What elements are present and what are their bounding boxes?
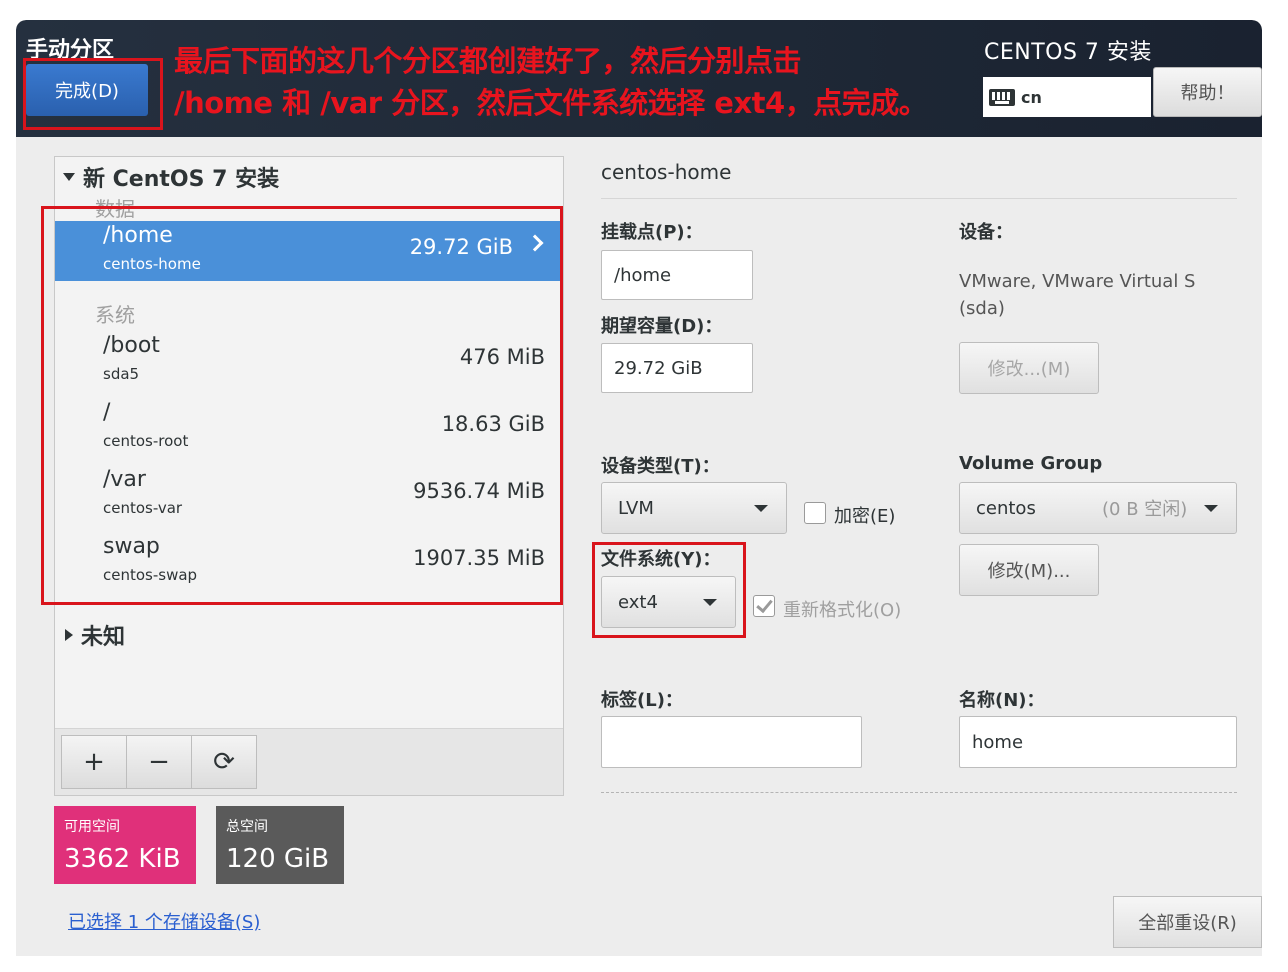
unknown-section-header[interactable]: 未知 (65, 619, 125, 651)
available-space-label: 可用空间 (64, 819, 120, 835)
reformat-label: 重新格式化(O) (783, 600, 902, 621)
device-type-label: 设备类型(T)： (601, 456, 720, 477)
encrypt-checkbox[interactable] (804, 502, 826, 524)
partition-detail-title: centos-home (601, 160, 732, 184)
keyboard-icon (989, 88, 1015, 106)
name-input[interactable]: home (959, 716, 1237, 768)
minus-icon: − (148, 747, 170, 777)
help-button[interactable]: 帮助！ (1153, 67, 1262, 117)
device-type-value: LVM (618, 497, 654, 519)
product-title: CENTOS 7 安装 (984, 40, 1152, 65)
install-section-title: 新 CentOS 7 安装 (83, 167, 280, 192)
modify-device-button[interactable]: 修改...(M) (959, 342, 1099, 394)
volume-group-label: Volume Group (959, 453, 1103, 474)
device-type-select[interactable]: LVM (601, 482, 787, 534)
total-space-box: 总空间 120 GiB (216, 806, 344, 884)
refresh-icon: ⟳ (213, 747, 235, 777)
storage-devices-link[interactable]: 已选择 1 个存储设备(S) (68, 908, 260, 934)
volume-group-value: centos (976, 497, 1036, 519)
tag-input[interactable] (601, 716, 862, 768)
annotation-line-2: /home 和 /var 分区，然后文件系统选择 ext4，点完成。 (174, 86, 928, 120)
encrypt-label: 加密(E) (834, 506, 896, 527)
partition-list-panel: 新 CentOS 7 安装 数据 /home centos-home 29.72… (41, 156, 564, 796)
partition-toolbar: + − ⟳ (55, 728, 563, 795)
modify-volume-group-button[interactable]: 修改(M)... (959, 544, 1099, 596)
volume-group-select[interactable]: centos (0 B 空闲) (959, 482, 1237, 534)
install-section-header[interactable]: 新 CentOS 7 安装 (63, 161, 279, 193)
reformat-checkbox[interactable] (753, 595, 775, 617)
device-value: VMware, VMware Virtual S (sda) (959, 271, 1196, 319)
name-label: 名称(N)： (959, 690, 1045, 711)
tag-label: 标签(L)： (601, 690, 683, 711)
expand-arrow-icon (63, 173, 75, 181)
chevron-down-icon (754, 505, 768, 512)
done-highlight-box (23, 58, 163, 130)
installer-window: 手动分区 完成(D) 最后下面的这几个分区都创建好了，然后分别点击 /home … (16, 20, 1262, 956)
header-bar: 手动分区 完成(D) 最后下面的这几个分区都创建好了，然后分别点击 /home … (16, 20, 1262, 137)
available-space-value: 3362 KiB (64, 844, 181, 874)
total-space-value: 120 GiB (226, 844, 330, 874)
refresh-button[interactable]: ⟳ (191, 735, 257, 789)
keyboard-layout-label: cn (1021, 87, 1042, 107)
chevron-down-icon (1204, 505, 1218, 512)
total-space-label: 总空间 (226, 819, 268, 835)
annotation-line-1: 最后下面的这几个分区都创建好了，然后分别点击 (174, 44, 802, 78)
mount-point-input[interactable]: /home (601, 250, 753, 300)
dashed-divider (601, 792, 1237, 793)
capacity-input[interactable]: 29.72 GiB (601, 343, 753, 393)
available-space-box: 可用空间 3362 KiB (54, 806, 196, 884)
collapse-arrow-icon (65, 629, 73, 641)
annotation-text: 最后下面的这几个分区都创建好了，然后分别点击 /home 和 /var 分区，然… (174, 40, 928, 124)
divider (601, 198, 1237, 199)
partition-highlight-box (41, 206, 563, 605)
filesystem-highlight-box (592, 542, 746, 638)
volume-group-free: (0 B 空闲) (1102, 499, 1188, 520)
device-label: 设备： (959, 222, 1013, 243)
plus-icon: + (83, 747, 105, 777)
capacity-label: 期望容量(D)： (601, 316, 723, 337)
mount-point-label: 挂载点(P)： (601, 222, 703, 243)
keyboard-layout-indicator[interactable]: cn (983, 77, 1151, 117)
reset-all-button[interactable]: 全部重设(R) (1113, 896, 1262, 948)
add-partition-button[interactable]: + (61, 735, 127, 789)
unknown-section-title: 未知 (81, 625, 126, 650)
remove-partition-button[interactable]: − (126, 735, 192, 789)
